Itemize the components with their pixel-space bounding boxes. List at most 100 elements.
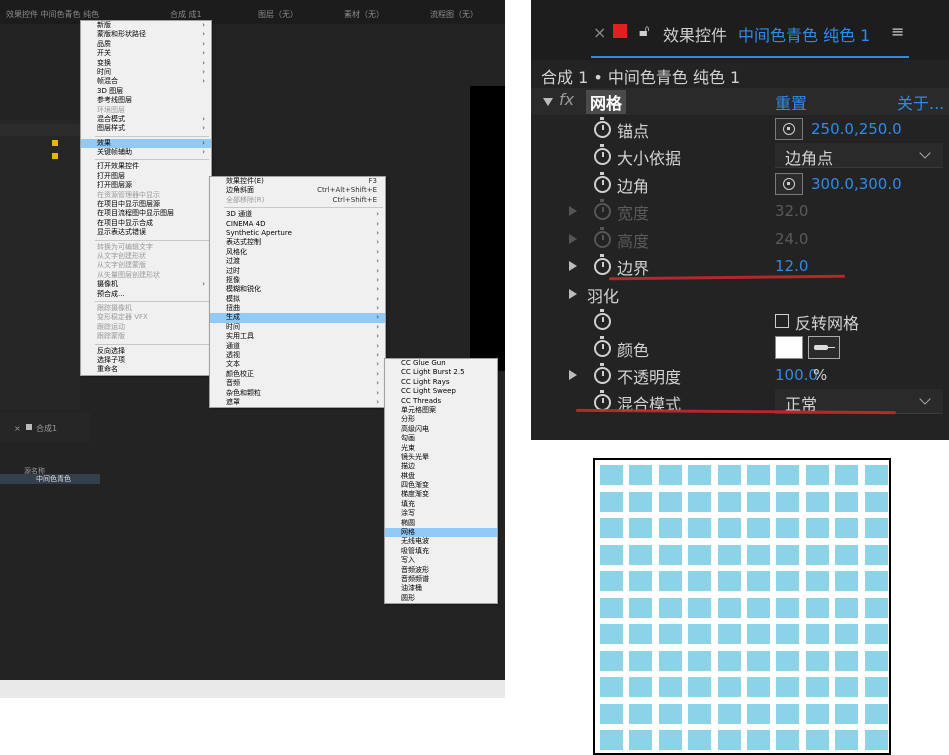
menu-item[interactable]: 梯度渐变 <box>385 490 497 499</box>
menu-item[interactable]: 抠像 › <box>210 276 385 285</box>
menu-item[interactable]: 透视 › <box>210 351 385 360</box>
menu-item[interactable]: 时间 › <box>81 68 211 77</box>
menu-item[interactable]: 单元格图案 <box>385 406 497 415</box>
menu-item[interactable]: 帧混合 › <box>81 77 211 86</box>
menu-item[interactable]: 圆形 <box>385 594 497 603</box>
menu-item[interactable]: 填充 <box>385 500 497 509</box>
menu-item[interactable]: 混合模式 › <box>81 115 211 124</box>
prop-value[interactable]: 300.0,300.0 <box>811 175 902 193</box>
close-icon[interactable]: × <box>593 23 606 42</box>
menu-item[interactable]: 3D 图层 <box>81 87 211 96</box>
menu-item[interactable]: 反向选择 <box>81 347 211 356</box>
menu-item[interactable]: 音频波形 <box>385 566 497 575</box>
menu-item[interactable]: 镜头光晕 <box>385 453 497 462</box>
reset-button[interactable]: 重置 <box>775 90 807 114</box>
prop-value[interactable]: 12.0 <box>775 257 808 275</box>
menu-item[interactable]: 描边 <box>385 462 497 471</box>
effect-name[interactable]: 网格 <box>586 90 627 114</box>
menu-item[interactable]: 显示表达式错误 <box>81 228 211 237</box>
menu-item[interactable]: 变换 › <box>81 59 211 68</box>
menu-item[interactable]: CC Light Burst 2.5 <box>385 368 497 377</box>
menu-item[interactable]: 风格化 › <box>210 248 385 257</box>
menu-item[interactable]: 在项目中显示合成 <box>81 219 211 228</box>
stopwatch-icon[interactable] <box>594 117 611 138</box>
menu-item[interactable]: 开关 › <box>81 49 211 58</box>
menu-item[interactable]: 无线电波 <box>385 537 497 546</box>
menu-item[interactable]: 品质 › <box>81 40 211 49</box>
menu-item[interactable]: 颜色校正 › <box>210 370 385 379</box>
disclosure-closed-icon[interactable] <box>569 234 577 244</box>
effect-controls-tab[interactable]: 效果控件 中间色青色 纯色 <box>6 9 99 20</box>
menu-item[interactable]: 写入 <box>385 556 497 565</box>
menu-item[interactable]: 高级闪电 <box>385 425 497 434</box>
menu-item[interactable]: 打开图层 <box>81 172 211 181</box>
menu-item[interactable]: 文本 › <box>210 360 385 369</box>
stopwatch-icon[interactable] <box>594 336 611 357</box>
menu-item[interactable]: 分形 <box>385 415 497 424</box>
menu-item[interactable]: CC Light Rays <box>385 378 497 387</box>
menu-item[interactable]: CC Threads <box>385 397 497 406</box>
menu-item[interactable]: 在项目中显示图层源 <box>81 200 211 209</box>
menu-item[interactable]: 选择子项 <box>81 356 211 365</box>
menu-item[interactable]: 油漆桶 <box>385 584 497 593</box>
menu-item[interactable]: 表达式控制 › <box>210 238 385 247</box>
disclosure-closed-icon[interactable] <box>569 289 577 299</box>
timeline-tab[interactable]: × 合成1 <box>0 412 90 442</box>
menu-item[interactable]: CC Glue Gun <box>385 359 497 368</box>
about-button[interactable]: 关于... <box>897 90 944 114</box>
menu-item[interactable]: CC Light Sweep <box>385 387 497 396</box>
menu-item[interactable]: 打开图层源 <box>81 181 211 190</box>
color-swatch[interactable] <box>775 336 803 359</box>
menu-item[interactable]: 边角斜面 Ctrl+Alt+Shift+E <box>210 186 385 195</box>
stopwatch-icon[interactable] <box>594 172 611 193</box>
menu-item[interactable]: 网格 <box>385 528 497 538</box>
disclosure-closed-icon[interactable] <box>569 261 577 271</box>
menu-item[interactable]: 3D 通道 › <box>210 210 385 219</box>
menu-item[interactable]: 图层样式 › <box>81 124 211 133</box>
disclosure-closed-icon[interactable] <box>569 206 577 216</box>
stopwatch-icon[interactable] <box>594 254 611 275</box>
menu-item[interactable]: 在项目流程图中显示图层 <box>81 209 211 218</box>
footage-tab[interactable]: 素材（无） <box>344 9 384 20</box>
stopwatch-icon[interactable] <box>594 309 611 330</box>
flowchart-tab[interactable]: 流程图（无） <box>430 9 478 20</box>
menu-item[interactable]: 重命名 <box>81 365 211 374</box>
stopwatch-icon[interactable] <box>594 144 611 165</box>
panel-layer-name[interactable]: 中间色青色 纯色 1 <box>738 22 870 46</box>
panel-title[interactable]: 效果控件 <box>663 22 727 46</box>
menu-item[interactable]: 效果 › <box>81 138 211 149</box>
menu-item[interactable]: 新版 › <box>81 21 211 30</box>
comp-tab[interactable]: 合成 成1 <box>170 9 202 20</box>
lock-icon[interactable]: 🔓︎ <box>639 21 649 41</box>
menu-item[interactable]: 音频频谱 <box>385 575 497 584</box>
menu-item[interactable]: 模拟 › <box>210 295 385 304</box>
menu-item[interactable]: 过渡 › <box>210 257 385 266</box>
menu-item[interactable]: 蒙版和形状路径 › <box>81 30 211 39</box>
stopwatch-icon[interactable] <box>594 363 611 384</box>
disclosure-closed-icon[interactable] <box>569 370 577 380</box>
menu-item[interactable]: 涂写 <box>385 509 497 518</box>
prop-value[interactable]: 250.0,250.0 <box>811 120 902 138</box>
menu-item[interactable]: 时间 › <box>210 323 385 332</box>
disclosure-open-icon[interactable] <box>543 98 553 106</box>
menu-item[interactable]: 椭圆 <box>385 519 497 528</box>
invert-checkbox[interactable] <box>775 314 789 328</box>
size-from-dropdown[interactable]: 边角点 <box>775 143 943 168</box>
point-target-icon[interactable] <box>775 173 803 195</box>
menu-item[interactable]: 吸管填充 <box>385 547 497 556</box>
menu-item[interactable]: 过时 › <box>210 267 385 276</box>
menu-item[interactable]: CINEMA 4D › <box>210 220 385 229</box>
panel-menu-icon[interactable]: ≡ <box>891 22 904 41</box>
menu-item[interactable]: 光束 <box>385 444 497 453</box>
timeline-layer-row[interactable]: 中间色青色 <box>0 474 100 484</box>
menu-item[interactable]: 实用工具 › <box>210 332 385 341</box>
layer-tab[interactable]: 图层（无） <box>258 9 298 20</box>
menu-item[interactable]: 效果控件(E) F3 <box>210 177 385 186</box>
eyedropper-icon[interactable] <box>808 336 840 359</box>
fx-toggle[interactable]: fx <box>559 90 574 109</box>
point-target-icon[interactable] <box>775 118 803 140</box>
menu-item[interactable]: 关键帧辅助 › <box>81 148 211 157</box>
menu-item[interactable]: 棋盘 <box>385 472 497 481</box>
menu-item[interactable]: 生成 › <box>210 313 385 323</box>
menu-item[interactable]: 勾画 <box>385 434 497 443</box>
